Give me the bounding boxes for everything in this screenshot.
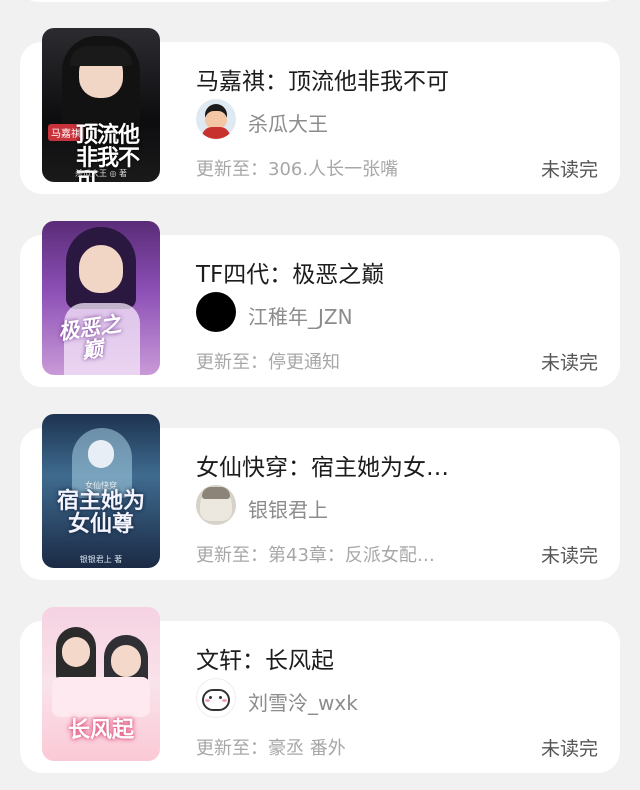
latest-update: 更新至：豪丞 番外	[196, 738, 346, 759]
read-status: 未读完	[540, 545, 598, 567]
latest-update: 更新至：第43章：反派女配…	[196, 545, 435, 566]
author-name[interactable]: 银银君上	[248, 494, 328, 523]
cover-credit: 杀瓜大王 ◎ 著	[74, 169, 128, 178]
latest-chapter: 第43章：反派女配…	[268, 545, 435, 566]
latest-update: 更新至：停更通知	[196, 352, 340, 373]
book-card[interactable]: 长风起 文轩：长风起 刘雪泠_wxk 更新至：豪丞 番外 未读完	[20, 607, 620, 773]
book-cover[interactable]: 马嘉祺 顶流他非我不可 杀瓜大王 ◎ 著	[42, 28, 160, 182]
author-name[interactable]: 刘雪泠_wxk	[248, 687, 358, 716]
book-card[interactable]: 女仙快穿 宿主她为女仙尊 银银君上 著 女仙快穿：宿主她为女… 银银君上 更新至…	[20, 414, 620, 580]
book-cover[interactable]: 极恶之巅	[42, 221, 160, 375]
book-card[interactable]: 马嘉祺 顶流他非我不可 杀瓜大王 ◎ 著 马嘉祺：顶流他非我不可 杀瓜大王 更新…	[20, 28, 620, 194]
book-title: 马嘉祺：顶流他非我不可	[196, 69, 449, 95]
book-cover[interactable]: 女仙快穿 宿主她为女仙尊 银银君上 著	[42, 414, 160, 568]
author-avatar	[196, 485, 236, 525]
book-cover[interactable]: 长风起	[42, 607, 160, 761]
book-title: TF四代：极恶之巅	[196, 262, 385, 288]
cover-title: 宿主她为女仙尊	[56, 488, 145, 538]
cover-credit: 银银君上 著	[79, 555, 123, 564]
author-avatar	[196, 292, 236, 332]
book-card[interactable]: 极恶之巅 TF四代：极恶之巅 江稚年_JZN 更新至：停更通知 未读完	[20, 221, 620, 387]
previous-card-edge	[20, 0, 620, 2]
author-name[interactable]: 杀瓜大王	[248, 108, 328, 137]
author-avatar	[196, 678, 236, 718]
read-status: 未读完	[540, 159, 598, 181]
latest-update: 更新至：306.人长一张嘴	[196, 159, 399, 180]
book-title: 文轩：长风起	[196, 648, 334, 674]
read-status: 未读完	[540, 352, 598, 374]
latest-chapter: 豪丞 番外	[268, 738, 346, 759]
author-avatar	[196, 99, 236, 139]
latest-chapter: 停更通知	[268, 352, 340, 373]
book-title: 女仙快穿：宿主她为女…	[196, 455, 449, 481]
cover-title: 长风起	[67, 717, 134, 743]
latest-chapter: 306.人长一张嘴	[268, 159, 399, 180]
author-name[interactable]: 江稚年_JZN	[248, 301, 353, 330]
read-status: 未读完	[540, 738, 598, 760]
